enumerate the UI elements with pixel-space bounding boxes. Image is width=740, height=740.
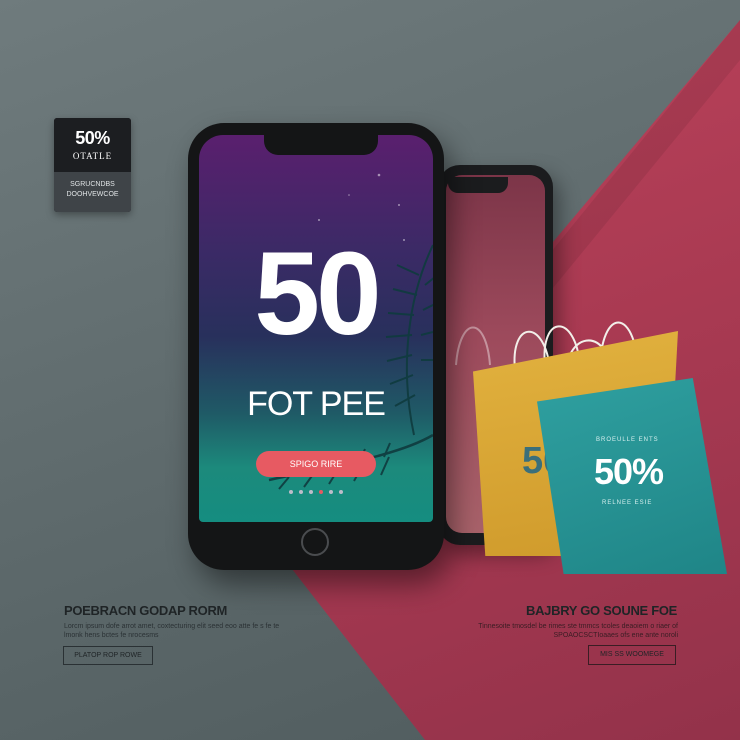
right-promo-title: BAJBRY GO SOUNE FOE [526, 603, 678, 618]
left-promo-text: Lorcm ipsum dofe arrot amet, coxtecturin… [64, 623, 280, 639]
left-promo-button[interactable]: PLATOP ROP ROWE [63, 646, 153, 665]
right-promo-text: Tinnesoite tmosdel be rimes ste tmmcs tc… [478, 623, 678, 639]
left-promo-title: POEBRACN GODAP RORM [64, 603, 228, 618]
teal-bag-top-text: BROEULLE ENTS [596, 437, 659, 443]
right-promo-button[interactable]: MIS SS WOOMEGE [588, 645, 676, 665]
teal-bag-bottom-text: RELNEE ESIE [602, 500, 653, 506]
teal-bag-percent: 50% [594, 451, 664, 492]
